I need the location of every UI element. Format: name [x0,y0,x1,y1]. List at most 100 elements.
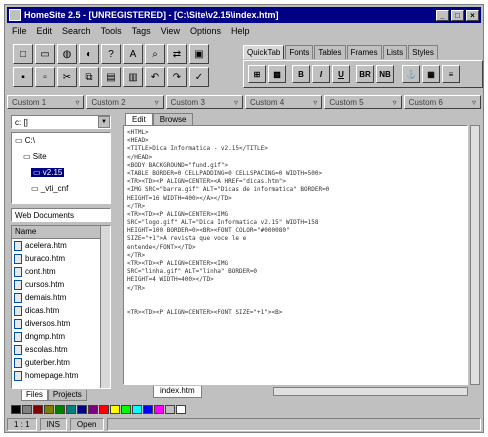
color-swatch[interactable] [110,405,120,414]
list-icon[interactable]: ≡ [442,65,460,83]
code-line[interactable]: <TR><TD><P ALIGN=CENTER><FONT SIZE="+1">… [127,309,464,317]
list-item[interactable]: acelera.htm [12,239,110,252]
folder-item[interactable]: ▭ _vti_cnf [31,184,68,193]
code-line[interactable]: <TITLE>Dica Informatica - v2.15</TITLE> [127,145,464,153]
app-icon[interactable] [9,9,21,21]
menu-options[interactable]: Options [185,26,226,36]
color-swatch[interactable] [121,405,131,414]
text-icon[interactable]: A [123,44,143,64]
code-line[interactable]: HEIGHT=4 WIDTH=400></TD> [127,276,464,284]
color-swatch[interactable] [55,405,65,414]
color-swatch[interactable] [33,405,43,414]
code-line[interactable]: <BODY BACKGROUND="fund.gif"> [127,162,464,170]
menu-tags[interactable]: Tags [127,26,156,36]
code-line[interactable]: <IMG SRC="barra.gif" ALT="Dicas de infor… [127,186,464,194]
folder-item-selected[interactable]: ▭ v2.15 [31,168,65,177]
code-line[interactable]: <TR><TD><P ALIGN=CENTER><A HREF="dicas.h… [127,178,464,186]
minimize-button[interactable]: _ [436,9,449,21]
tab-fonts[interactable]: Fonts [285,45,314,59]
code-line[interactable] [127,301,464,309]
new-file-icon[interactable]: □ [13,44,33,64]
code-line[interactable]: HEIGHT=16 WIDTH=400></A></TD> [127,195,464,203]
code-line[interactable]: SRC="linha.gif" ALT="linha" BORDER=0 [127,268,464,276]
color-swatch[interactable] [77,405,87,414]
undo-icon[interactable]: ↶ [145,67,165,87]
color-swatch[interactable] [11,405,21,414]
chevron-down-icon[interactable]: ▼ [98,116,110,128]
folder-item[interactable]: ▭ C:\ [15,136,35,145]
tab-projects[interactable]: Projects [47,390,87,401]
code-line[interactable]: </HEAD> [127,154,464,162]
anchor-icon[interactable]: ⚓ [402,65,420,83]
code-line[interactable]: </TR> [127,285,464,293]
underline-button[interactable]: U [332,65,350,83]
nb-button[interactable]: NB [376,65,394,83]
code-line[interactable]: HEIGHT=100 BORDER=0><BR><FONT COLOR="#00… [127,227,464,235]
code-line[interactable]: SRC="logo.gif" ALT="Dica Informatica v2.… [127,219,464,227]
list-item[interactable]: buraco.htm [12,252,110,265]
color-swatch[interactable] [44,405,54,414]
menu-edit[interactable]: Edit [32,26,58,36]
code-line[interactable]: <HEAD> [127,137,464,145]
vertical-scrollbar[interactable] [470,125,480,385]
color-swatch[interactable] [22,405,32,414]
bold-button[interactable]: B [292,65,310,83]
paste-icon[interactable]: ▤ [101,67,121,87]
list-item[interactable]: cursos.htm [12,278,110,291]
menu-help[interactable]: Help [226,26,255,36]
tab-files[interactable]: Files [21,390,48,401]
italic-button[interactable]: I [312,65,330,83]
tab-tables[interactable]: Tables [314,45,346,59]
color-swatch[interactable] [88,405,98,414]
code-line[interactable] [127,293,464,301]
menu-tools[interactable]: Tools [96,26,127,36]
document-tab[interactable]: index.htm [153,386,202,398]
browse-icon[interactable]: ◐ [79,44,99,64]
open-folder-icon[interactable]: ▭ [35,44,55,64]
file-filter-select[interactable]: Web Documents [11,208,111,222]
tab-lists[interactable]: Lists [382,45,408,59]
custom-button-5[interactable]: Custom 5 ▿ [324,95,402,109]
code-line[interactable]: </TR> [127,252,464,260]
color-swatch[interactable] [165,405,175,414]
tab-quicktab[interactable]: QuickTab [243,45,285,59]
copy-icon[interactable]: ⧉ [79,67,99,87]
list-item[interactable]: escolas.htm [12,343,110,356]
custom-button-3[interactable]: Custom 3 ▿ [165,95,243,109]
code-line[interactable]: entende</FONT></TD> [127,244,464,252]
save-all-icon[interactable]: ▫ [35,67,55,87]
custom-button-2[interactable]: Custom 2 ▿ [86,95,164,109]
custom-button-4[interactable]: Custom 4 ▿ [244,95,323,109]
find-icon[interactable]: ⌕ [145,44,165,64]
redo-icon[interactable]: ↷ [167,67,187,87]
custom-button-6[interactable]: Custom 6 ▿ [403,95,481,109]
help-icon[interactable]: ? [101,44,121,64]
file-list-header[interactable]: Name [12,226,110,239]
table-icon[interactable]: ▦ [422,65,440,83]
save-icon[interactable]: ▪ [13,67,33,87]
code-editor[interactable]: <HTML> <HEAD> <TITLE>Dica Informatica - v2… [123,125,468,385]
br-button[interactable]: BR [356,65,374,83]
code-line[interactable]: </TR> [127,203,464,211]
menu-view[interactable]: View [156,26,185,36]
code-line[interactable]: <TR><TD><P ALIGN=CENTER><IMG [127,260,464,268]
body-icon[interactable]: ⊞ [248,65,266,83]
code-line[interactable]: <TR><TD><P ALIGN=CENTER><IMG [127,211,464,219]
file-list-scrollbar[interactable] [100,226,110,388]
image-tag-icon[interactable]: ▩ [268,65,286,83]
tab-frames[interactable]: Frames [346,45,382,59]
tab-browse[interactable]: Browse [152,113,194,125]
spell-icon[interactable]: ✓ [189,67,209,87]
maximize-button[interactable]: □ [451,9,464,21]
color-swatch[interactable] [154,405,164,414]
code-line[interactable]: <TABLE BORDER=0 CELLPADDING=0 CELLSPACIN… [127,170,464,178]
custom-button-1[interactable]: Custom 1 ▿ [7,95,85,109]
color-swatch[interactable] [132,405,142,414]
code-line[interactable]: <HTML> [127,129,464,137]
close-button[interactable]: × [466,9,479,21]
tab-styles[interactable]: Styles [408,45,438,59]
print-icon[interactable]: ▥ [123,67,143,87]
list-item[interactable]: dngmp.htm [12,330,110,343]
cut-icon[interactable]: ✂ [57,67,77,87]
horizontal-scrollbar[interactable] [273,387,468,396]
